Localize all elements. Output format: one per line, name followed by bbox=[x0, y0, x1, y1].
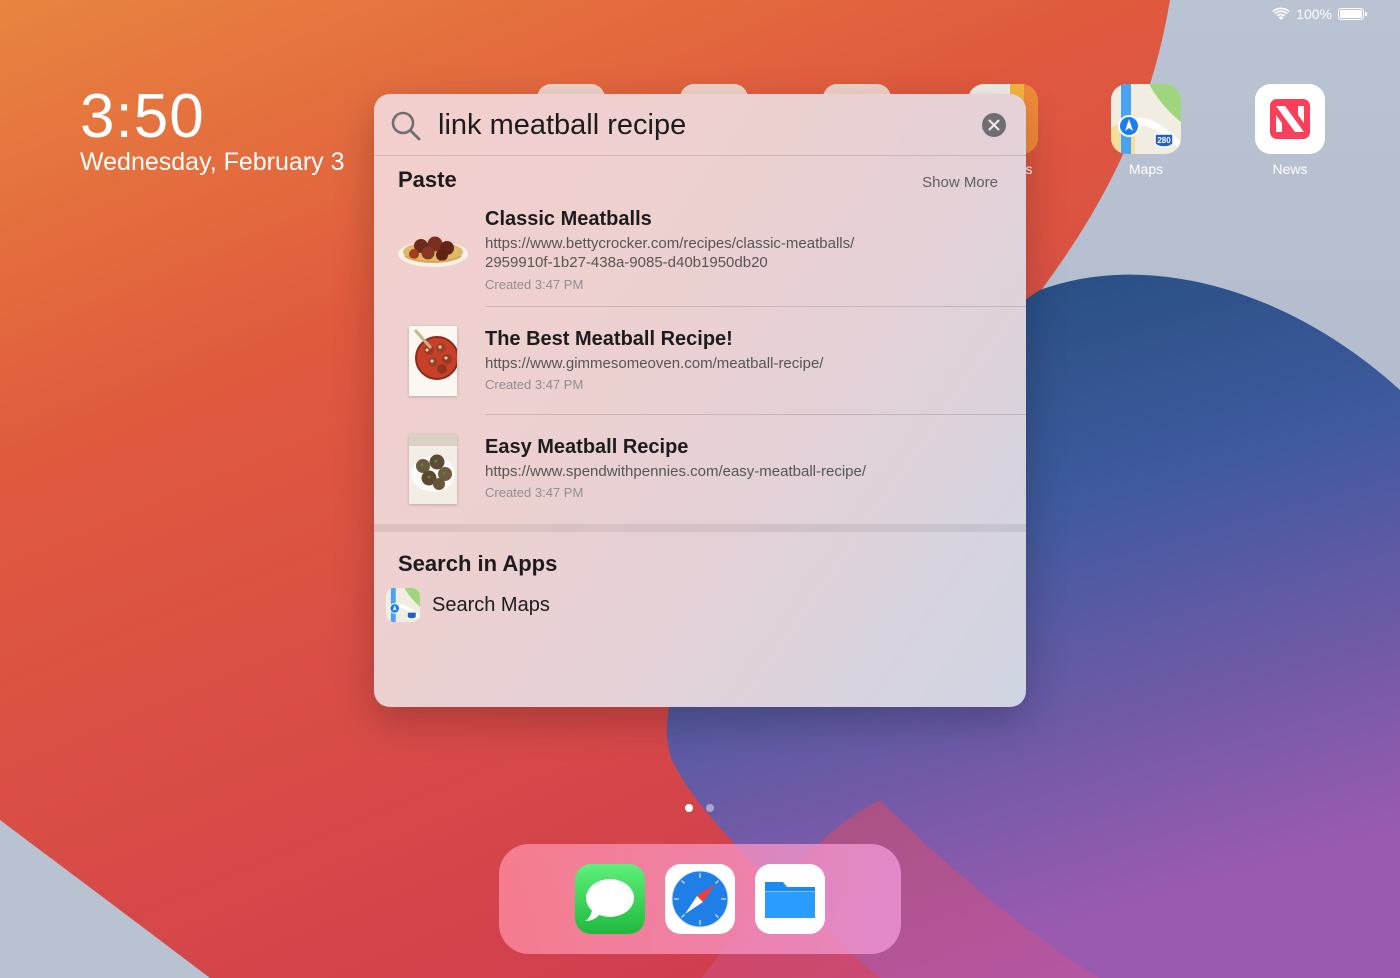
dock bbox=[499, 844, 901, 954]
result-title: The Best Meatball Recipe! bbox=[485, 328, 733, 350]
clock-date: Wednesday, February 3 bbox=[80, 148, 345, 176]
safari-icon bbox=[665, 864, 735, 934]
section-divider bbox=[374, 524, 1026, 532]
page-dot[interactable] bbox=[706, 804, 714, 812]
page-dot-active[interactable] bbox=[685, 804, 693, 812]
maps-icon: 280 bbox=[1111, 84, 1181, 154]
news-icon bbox=[1255, 84, 1325, 154]
maps-app-label: Maps bbox=[1128, 161, 1164, 177]
search-maps-row[interactable]: Search Maps bbox=[386, 588, 686, 624]
spotlight-search-bar bbox=[374, 94, 1026, 156]
search-in-apps-title: Search in Apps bbox=[398, 551, 558, 576]
result-title: Classic Meatballs bbox=[485, 208, 652, 230]
result-created-time: Created 3:47 PM bbox=[485, 377, 584, 392]
messages-dock-icon[interactable] bbox=[575, 864, 645, 934]
result-url: https://www.bettycrocker.com/recipes/cla… bbox=[485, 235, 855, 252]
spotlight-search-input[interactable] bbox=[438, 106, 958, 144]
search-maps-label: Search Maps bbox=[432, 594, 550, 616]
wifi-icon bbox=[1272, 7, 1290, 20]
maps-icon bbox=[386, 588, 420, 622]
news-app-label: News bbox=[1272, 161, 1308, 177]
meatballs-plate-thumbnail bbox=[409, 434, 457, 504]
svg-text:280: 280 bbox=[1157, 136, 1171, 145]
spotlight-panel: Paste Show More Classic Meatballs https:… bbox=[374, 94, 1026, 707]
files-icon bbox=[755, 864, 825, 934]
result-separator bbox=[485, 414, 1026, 415]
result-url-continued: 2959910f-1b27-438a-9085-d40b1950db20 bbox=[485, 254, 768, 271]
news-app-icon[interactable] bbox=[1255, 84, 1325, 154]
battery-fill bbox=[1340, 10, 1362, 18]
result-title: Easy Meatball Recipe bbox=[485, 436, 689, 458]
files-dock-icon[interactable] bbox=[755, 864, 825, 934]
result-created-time: Created 3:47 PM bbox=[485, 485, 584, 500]
clock-time: 3:50 bbox=[80, 82, 205, 151]
result-url: https://www.gimmesomeoven.com/meatball-r… bbox=[485, 355, 824, 372]
paste-result-item[interactable]: Classic Meatballs https://www.bettycrock… bbox=[374, 204, 1026, 304]
maps-app-icon[interactable]: 280 bbox=[1111, 84, 1181, 154]
close-icon bbox=[988, 119, 1000, 131]
result-separator bbox=[485, 306, 1026, 307]
result-url: https://www.spendwithpennies.com/easy-me… bbox=[485, 463, 867, 480]
search-icon bbox=[391, 111, 421, 141]
status-bar: 100% bbox=[1272, 6, 1367, 22]
messages-icon bbox=[585, 879, 634, 921]
show-more-button[interactable]: Show More bbox=[922, 174, 998, 191]
paste-result-item[interactable]: The Best Meatball Recipe! https://www.gi… bbox=[374, 324, 1026, 410]
meatballs-in-sauce-thumbnail bbox=[409, 326, 457, 396]
meatballs-spaghetti-thumbnail bbox=[397, 228, 469, 268]
safari-dock-icon[interactable] bbox=[665, 864, 735, 934]
battery-percentage: 100% bbox=[1296, 6, 1332, 22]
paste-result-item[interactable]: Easy Meatball Recipe https://www.spendwi… bbox=[374, 432, 1026, 518]
result-created-time: Created 3:47 PM bbox=[485, 277, 584, 292]
clear-search-button[interactable] bbox=[982, 113, 1006, 137]
battery-icon bbox=[1338, 8, 1367, 20]
lock-clock: 3:50 Wednesday, February 3 bbox=[80, 82, 345, 176]
paste-section-title: Paste bbox=[398, 167, 457, 192]
